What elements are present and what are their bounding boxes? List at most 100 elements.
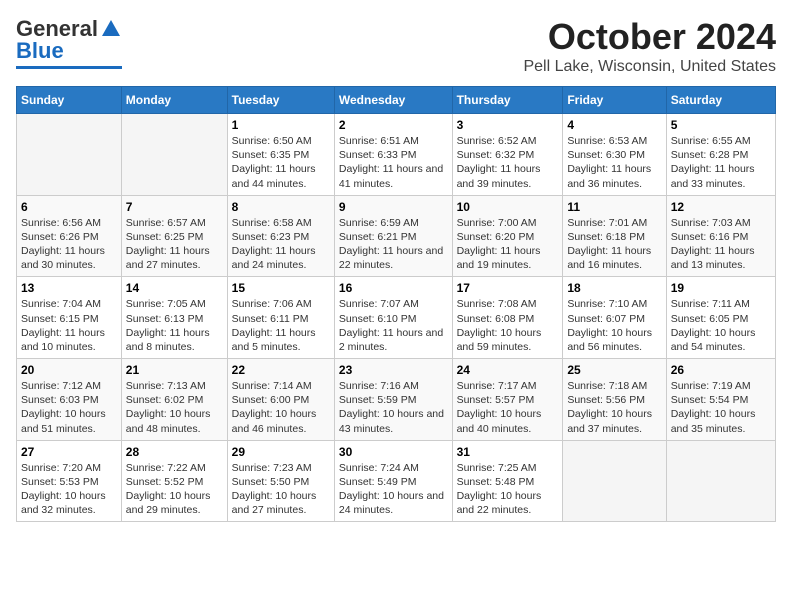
page-header: General Blue October 2024 Pell Lake, Wis… <box>16 16 776 76</box>
calendar-cell: 23 Sunrise: 7:16 AMSunset: 5:59 PMDayligh… <box>334 359 452 441</box>
day-number: 3 <box>457 118 559 132</box>
day-number: 19 <box>671 281 771 295</box>
day-info: Sunrise: 7:22 AMSunset: 5:52 PMDaylight:… <box>126 461 223 518</box>
calendar-cell: 19 Sunrise: 7:11 AMSunset: 6:05 PMDayligh… <box>666 277 775 359</box>
day-number: 30 <box>339 445 448 459</box>
weekday-header: Saturday <box>666 87 775 114</box>
day-info: Sunrise: 7:16 AMSunset: 5:59 PMDaylight:… <box>339 379 448 436</box>
calendar-cell: 6 Sunrise: 6:56 AMSunset: 6:26 PMDaylight… <box>17 195 122 277</box>
day-info: Sunrise: 6:57 AMSunset: 6:25 PMDaylight:… <box>126 216 223 273</box>
calendar-cell <box>17 114 122 196</box>
day-number: 4 <box>567 118 661 132</box>
day-info: Sunrise: 6:59 AMSunset: 6:21 PMDaylight:… <box>339 216 448 273</box>
calendar-cell: 9 Sunrise: 6:59 AMSunset: 6:21 PMDaylight… <box>334 195 452 277</box>
logo-underline <box>16 66 122 69</box>
calendar-cell: 5Sunrise: 6:55 AMSunset: 6:28 PMDaylight… <box>666 114 775 196</box>
day-info: Sunrise: 7:25 AMSunset: 5:48 PMDaylight:… <box>457 461 559 518</box>
logo-blue: Blue <box>16 38 64 64</box>
day-info: Sunrise: 7:06 AMSunset: 6:11 PMDaylight:… <box>232 297 330 354</box>
day-number: 2 <box>339 118 448 132</box>
day-info: Sunrise: 7:03 AMSunset: 6:16 PMDaylight:… <box>671 216 771 273</box>
day-number: 12 <box>671 200 771 214</box>
day-number: 13 <box>21 281 117 295</box>
day-number: 1 <box>232 118 330 132</box>
calendar-cell: 30 Sunrise: 7:24 AMSunset: 5:49 PMDayligh… <box>334 440 452 522</box>
day-info: Sunrise: 7:23 AMSunset: 5:50 PMDaylight:… <box>232 461 330 518</box>
calendar-cell: 29Sunrise: 7:23 AMSunset: 5:50 PMDayligh… <box>227 440 334 522</box>
day-info: Sunrise: 6:53 AMSunset: 6:30 PMDaylight:… <box>567 134 661 191</box>
day-number: 23 <box>339 363 448 377</box>
day-number: 27 <box>21 445 117 459</box>
day-number: 20 <box>21 363 117 377</box>
calendar-cell: 2 Sunrise: 6:51 AMSunset: 6:33 PMDaylight… <box>334 114 452 196</box>
calendar-cell <box>563 440 666 522</box>
weekday-header: Sunday <box>17 87 122 114</box>
calendar-week-row: 13Sunrise: 7:04 AMSunset: 6:15 PMDayligh… <box>17 277 776 359</box>
calendar-cell: 22Sunrise: 7:14 AMSunset: 6:00 PMDayligh… <box>227 359 334 441</box>
day-info: Sunrise: 7:24 AMSunset: 5:49 PMDaylight:… <box>339 461 448 518</box>
day-info: Sunrise: 7:13 AMSunset: 6:02 PMDaylight:… <box>126 379 223 436</box>
calendar-cell: 21 Sunrise: 7:13 AMSunset: 6:02 PMDayligh… <box>121 359 227 441</box>
weekday-header: Wednesday <box>334 87 452 114</box>
day-info: Sunrise: 7:10 AMSunset: 6:07 PMDaylight:… <box>567 297 661 354</box>
day-number: 25 <box>567 363 661 377</box>
day-info: Sunrise: 7:17 AMSunset: 5:57 PMDaylight:… <box>457 379 559 436</box>
day-number: 21 <box>126 363 223 377</box>
day-info: Sunrise: 6:58 AMSunset: 6:23 PMDaylight:… <box>232 216 330 273</box>
day-info: Sunrise: 6:56 AMSunset: 6:26 PMDaylight:… <box>21 216 117 273</box>
calendar-cell: 24 Sunrise: 7:17 AMSunset: 5:57 PMDayligh… <box>452 359 563 441</box>
day-info: Sunrise: 7:19 AMSunset: 5:54 PMDaylight:… <box>671 379 771 436</box>
logo-icon <box>100 18 122 40</box>
day-info: Sunrise: 7:18 AMSunset: 5:56 PMDaylight:… <box>567 379 661 436</box>
day-number: 28 <box>126 445 223 459</box>
calendar-subtitle: Pell Lake, Wisconsin, United States <box>523 58 776 76</box>
calendar-cell: 20 Sunrise: 7:12 AMSunset: 6:03 PMDayligh… <box>17 359 122 441</box>
calendar-week-row: 20 Sunrise: 7:12 AMSunset: 6:03 PMDayligh… <box>17 359 776 441</box>
calendar-cell: 8Sunrise: 6:58 AMSunset: 6:23 PMDaylight… <box>227 195 334 277</box>
day-number: 7 <box>126 200 223 214</box>
calendar-cell: 14 Sunrise: 7:05 AMSunset: 6:13 PMDayligh… <box>121 277 227 359</box>
calendar-cell: 10 Sunrise: 7:00 AMSunset: 6:20 PMDayligh… <box>452 195 563 277</box>
day-info: Sunrise: 7:08 AMSunset: 6:08 PMDaylight:… <box>457 297 559 354</box>
day-number: 31 <box>457 445 559 459</box>
calendar-week-row: 6 Sunrise: 6:56 AMSunset: 6:26 PMDaylight… <box>17 195 776 277</box>
day-info: Sunrise: 7:11 AMSunset: 6:05 PMDaylight:… <box>671 297 771 354</box>
day-info: Sunrise: 7:07 AMSunset: 6:10 PMDaylight:… <box>339 297 448 354</box>
day-info: Sunrise: 6:50 AMSunset: 6:35 PMDaylight:… <box>232 134 330 191</box>
day-info: Sunrise: 7:14 AMSunset: 6:00 PMDaylight:… <box>232 379 330 436</box>
day-info: Sunrise: 7:00 AMSunset: 6:20 PMDaylight:… <box>457 216 559 273</box>
day-info: Sunrise: 6:51 AMSunset: 6:33 PMDaylight:… <box>339 134 448 191</box>
day-number: 6 <box>21 200 117 214</box>
day-number: 5 <box>671 118 771 132</box>
weekday-header: Monday <box>121 87 227 114</box>
weekday-header: Tuesday <box>227 87 334 114</box>
calendar-cell: 28 Sunrise: 7:22 AMSunset: 5:52 PMDayligh… <box>121 440 227 522</box>
calendar-cell: 17 Sunrise: 7:08 AMSunset: 6:08 PMDayligh… <box>452 277 563 359</box>
day-number: 18 <box>567 281 661 295</box>
day-info: Sunrise: 7:05 AMSunset: 6:13 PMDaylight:… <box>126 297 223 354</box>
day-number: 10 <box>457 200 559 214</box>
day-number: 24 <box>457 363 559 377</box>
calendar-cell: 7 Sunrise: 6:57 AMSunset: 6:25 PMDaylight… <box>121 195 227 277</box>
title-block: October 2024 Pell Lake, Wisconsin, Unite… <box>523 16 776 76</box>
day-number: 11 <box>567 200 661 214</box>
calendar-cell: 1 Sunrise: 6:50 AMSunset: 6:35 PMDaylight… <box>227 114 334 196</box>
calendar-title: October 2024 <box>523 16 776 58</box>
day-number: 17 <box>457 281 559 295</box>
calendar-cell: 13Sunrise: 7:04 AMSunset: 6:15 PMDayligh… <box>17 277 122 359</box>
calendar-cell: 15Sunrise: 7:06 AMSunset: 6:11 PMDayligh… <box>227 277 334 359</box>
day-number: 14 <box>126 281 223 295</box>
calendar-cell: 16 Sunrise: 7:07 AMSunset: 6:10 PMDayligh… <box>334 277 452 359</box>
calendar-cell: 11Sunrise: 7:01 AMSunset: 6:18 PMDayligh… <box>563 195 666 277</box>
calendar-cell: 3Sunrise: 6:52 AMSunset: 6:32 PMDaylight… <box>452 114 563 196</box>
day-number: 9 <box>339 200 448 214</box>
day-number: 26 <box>671 363 771 377</box>
calendar-cell: 27Sunrise: 7:20 AMSunset: 5:53 PMDayligh… <box>17 440 122 522</box>
day-info: Sunrise: 7:12 AMSunset: 6:03 PMDaylight:… <box>21 379 117 436</box>
calendar-cell: 26 Sunrise: 7:19 AMSunset: 5:54 PMDayligh… <box>666 359 775 441</box>
day-number: 16 <box>339 281 448 295</box>
calendar-cell: 31 Sunrise: 7:25 AMSunset: 5:48 PMDayligh… <box>452 440 563 522</box>
calendar-week-row: 27Sunrise: 7:20 AMSunset: 5:53 PMDayligh… <box>17 440 776 522</box>
calendar-cell: 12 Sunrise: 7:03 AMSunset: 6:16 PMDayligh… <box>666 195 775 277</box>
weekday-header: Thursday <box>452 87 563 114</box>
